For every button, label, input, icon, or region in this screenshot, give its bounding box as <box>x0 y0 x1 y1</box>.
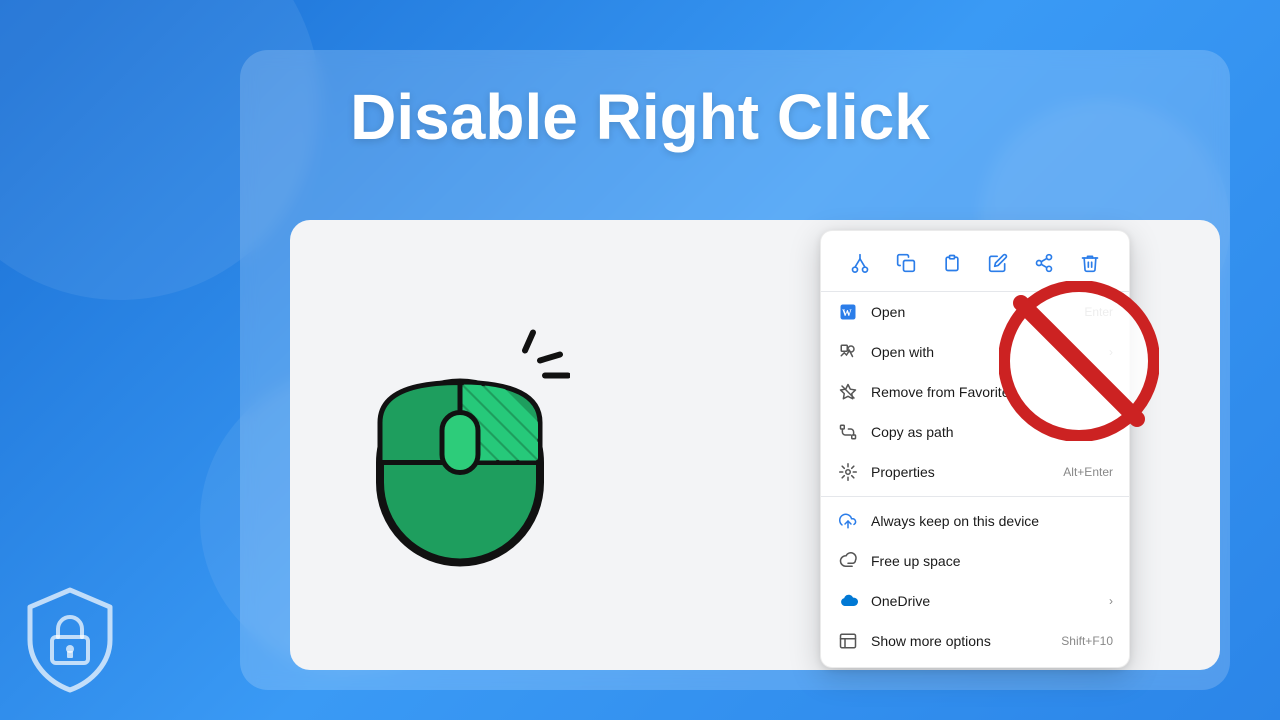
mouse-illustration <box>350 303 570 588</box>
share-icon[interactable] <box>1026 245 1062 281</box>
free-space-label: Free up space <box>871 553 1113 569</box>
paste-icon[interactable] <box>934 245 970 281</box>
rename-icon[interactable] <box>980 245 1016 281</box>
cloud-sync-icon <box>837 510 859 532</box>
page-title: Disable Right Click <box>350 80 930 154</box>
content-area: W Open Enter Open with › Remove from Fav… <box>290 220 1220 670</box>
path-icon <box>837 421 859 443</box>
context-menu: W Open Enter Open with › Remove from Fav… <box>820 230 1130 668</box>
menu-item-always-keep[interactable]: Always keep on this device <box>821 501 1129 541</box>
onedrive-label: OneDrive <box>871 593 1109 609</box>
onedrive-icon <box>837 590 859 612</box>
word-icon: W <box>837 301 859 323</box>
cloud-icon <box>837 550 859 572</box>
menu-item-onedrive[interactable]: OneDrive › <box>821 581 1129 621</box>
menu-divider-1 <box>821 496 1129 497</box>
svg-text:W: W <box>842 308 852 319</box>
show-more-label: Show more options <box>871 633 1053 649</box>
onedrive-arrow: › <box>1109 594 1113 608</box>
menu-item-show-more[interactable]: Show more options Shift+F10 <box>821 621 1129 661</box>
properties-label: Properties <box>871 464 1055 480</box>
show-more-shortcut: Shift+F10 <box>1061 634 1113 648</box>
open-with-icon <box>837 341 859 363</box>
copy-icon[interactable] <box>888 245 924 281</box>
star-icon <box>837 381 859 403</box>
delete-icon[interactable] <box>1072 245 1108 281</box>
properties-icon <box>837 461 859 483</box>
shield-lock-icon <box>20 585 120 700</box>
menu-item-free-space[interactable]: Free up space <box>821 541 1129 581</box>
menu-item-properties[interactable]: Properties Alt+Enter <box>821 452 1129 492</box>
always-keep-label: Always keep on this device <box>871 513 1113 529</box>
more-icon <box>837 630 859 652</box>
properties-shortcut: Alt+Enter <box>1063 465 1113 479</box>
no-symbol-overlay <box>999 281 1159 441</box>
cut-icon[interactable] <box>842 245 878 281</box>
